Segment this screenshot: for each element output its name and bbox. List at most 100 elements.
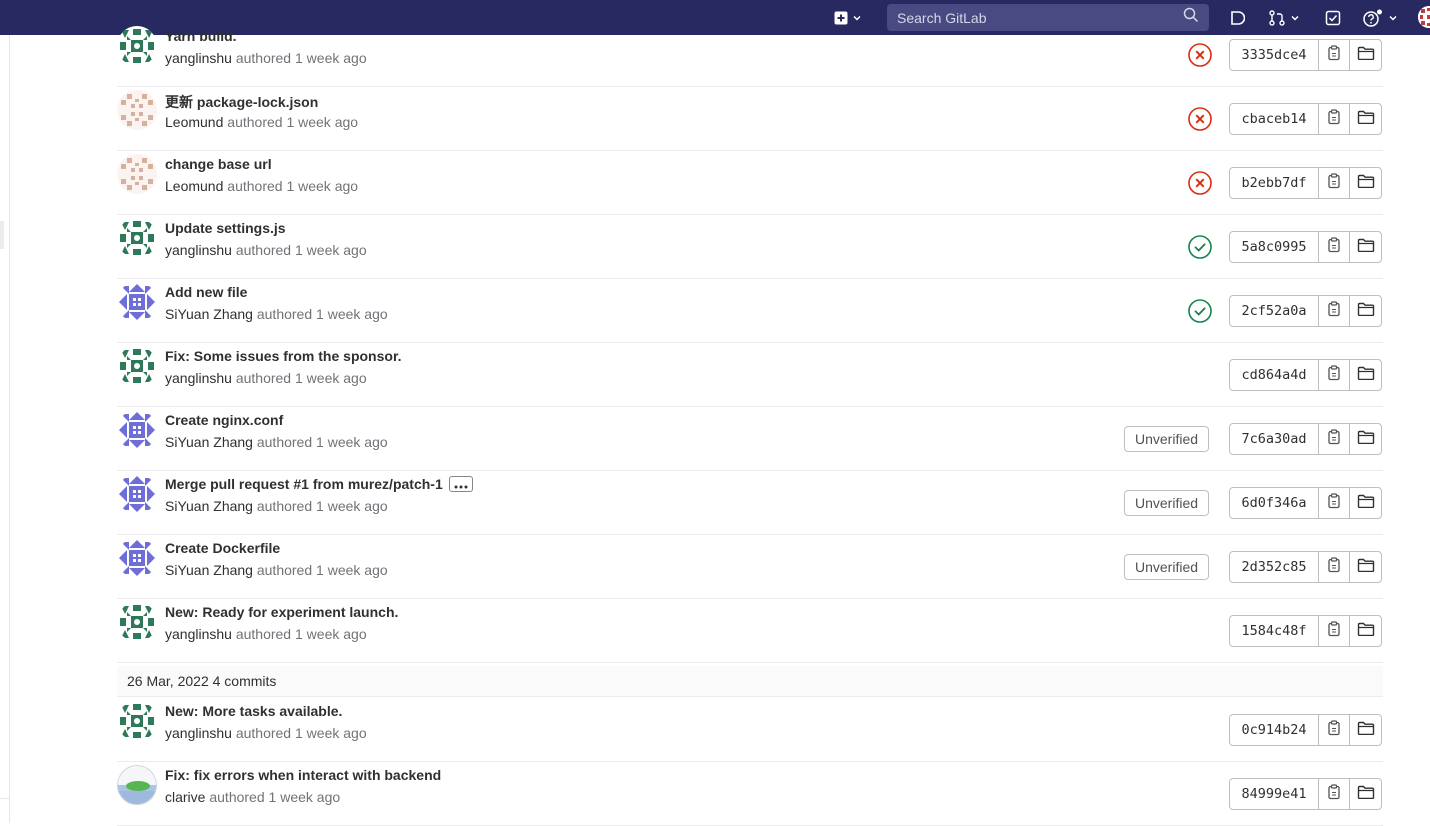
commit-title-link[interactable]: Yarn build. — [165, 28, 237, 44]
author-avatar[interactable] — [117, 90, 157, 130]
commit-title-link[interactable]: New: Ready for experiment launch. — [165, 604, 398, 620]
copy-sha-button[interactable] — [1319, 104, 1350, 134]
user-avatar[interactable] — [1418, 6, 1430, 28]
browse-files-button[interactable] — [1350, 168, 1381, 198]
commit-sha-link[interactable]: 84999e41 — [1230, 779, 1319, 809]
author-avatar[interactable] — [117, 26, 157, 66]
author-name-link[interactable]: yanglinshu — [165, 242, 232, 258]
author-name-link[interactable]: Leomund — [165, 114, 223, 130]
commit-title-link[interactable]: New: More tasks available. — [165, 703, 342, 719]
browse-files-button[interactable] — [1350, 424, 1381, 454]
author-avatar[interactable] — [117, 282, 157, 322]
commit-sha-link[interactable]: 1584c48f — [1230, 616, 1319, 646]
commit-sha-link[interactable]: 2d352c85 — [1230, 552, 1319, 582]
commit-sha-link[interactable]: cbaceb14 — [1230, 104, 1319, 134]
commit-title[interactable]: Add new file — [165, 284, 247, 300]
commit-sha-link[interactable]: cd864a4d — [1230, 360, 1319, 390]
author-name-link[interactable]: yanglinshu — [165, 50, 232, 66]
commit-title-link[interactable]: Merge pull request #1 from murez/patch-1 — [165, 476, 473, 493]
pipeline-status-failed[interactable] — [1188, 43, 1212, 67]
author-name-link[interactable]: Leomund — [165, 178, 223, 194]
copy-sha-button[interactable] — [1319, 40, 1350, 70]
browse-files-button[interactable] — [1350, 40, 1381, 70]
commit-title-link[interactable]: Fix: Some issues from the sponsor. — [165, 348, 402, 364]
unverified-badge[interactable]: Unverified — [1124, 426, 1210, 452]
commit-title-link[interactable]: change base url — [165, 156, 272, 172]
commit-title[interactable]: 更新 package-lock.json — [165, 94, 318, 110]
browse-files-button[interactable] — [1350, 779, 1381, 809]
author-avatar[interactable] — [117, 602, 157, 642]
commit-sha-link[interactable]: 0c914b24 — [1230, 715, 1319, 745]
author-name-link[interactable]: SiYuan Zhang — [165, 562, 253, 578]
author-avatar[interactable] — [117, 218, 157, 258]
copy-sha-button[interactable] — [1319, 360, 1350, 390]
commit-title[interactable]: Merge pull request #1 from murez/patch-1 — [165, 476, 443, 492]
copy-sha-button[interactable] — [1319, 552, 1350, 582]
author-name-link[interactable]: SiYuan Zhang — [165, 434, 253, 450]
copy-sha-button[interactable] — [1319, 779, 1350, 809]
commit-sha-link[interactable]: b2ebb7df — [1230, 168, 1319, 198]
commit-title[interactable]: New: Ready for experiment launch. — [165, 604, 398, 620]
commit-title[interactable]: Fix: fix errors when interact with backe… — [165, 767, 441, 783]
author-avatar[interactable] — [117, 538, 157, 578]
author-avatar[interactable] — [117, 701, 157, 741]
author-avatar[interactable] — [117, 346, 157, 386]
commit-sha-group: 84999e41 — [1229, 778, 1382, 810]
browse-files-button[interactable] — [1350, 360, 1381, 390]
commit-meta: yanglinshu authored 1 week ago — [165, 50, 367, 66]
commit-row: Fix: Some issues from the sponsor. yangli… — [117, 343, 1383, 407]
commit-title[interactable]: Create nginx.conf — [165, 412, 283, 428]
browse-files-button[interactable] — [1350, 232, 1381, 262]
commit-sha-link[interactable]: 5a8c0995 — [1230, 232, 1319, 262]
commit-title-link[interactable]: Add new file — [165, 284, 247, 300]
pipeline-status-passed[interactable] — [1188, 235, 1212, 259]
commit-title-link[interactable]: Update settings.js — [165, 220, 286, 236]
browse-files-button[interactable] — [1350, 296, 1381, 326]
copy-sha-button[interactable] — [1319, 296, 1350, 326]
commit-title-link[interactable]: Create nginx.conf — [165, 412, 283, 428]
authored-label: authored — [256, 498, 313, 514]
commit-title[interactable]: Create Dockerfile — [165, 540, 280, 556]
copy-sha-button[interactable] — [1319, 616, 1350, 646]
copy-sha-button[interactable] — [1319, 488, 1350, 518]
author-name-link[interactable]: yanglinshu — [165, 725, 232, 741]
pipeline-status-failed[interactable] — [1188, 171, 1212, 195]
toggle-description-button[interactable] — [448, 476, 473, 493]
author-avatar[interactable] — [117, 154, 157, 194]
copy-sha-button[interactable] — [1319, 232, 1350, 262]
author-name-link[interactable]: SiYuan Zhang — [165, 498, 253, 514]
commit-sha-link[interactable]: 3335dce4 — [1230, 40, 1319, 70]
pipeline-status-passed[interactable] — [1188, 299, 1212, 323]
author-avatar[interactable] — [117, 765, 157, 805]
author-name-link[interactable]: yanglinshu — [165, 370, 232, 386]
author-name-link[interactable]: clarive — [165, 789, 205, 805]
author-avatar[interactable] — [117, 474, 157, 514]
commit-title[interactable]: Yarn build. — [165, 28, 237, 44]
commit-title-link[interactable]: 更新 package-lock.json — [165, 92, 318, 112]
copy-sha-button[interactable] — [1319, 424, 1350, 454]
commit-row: New: Ready for experiment launch. yanglin… — [117, 599, 1383, 663]
browse-files-button[interactable] — [1350, 552, 1381, 582]
commit-meta: yanglinshu authored 1 week ago — [165, 370, 367, 386]
author-name-link[interactable]: SiYuan Zhang — [165, 306, 253, 322]
commit-title-link[interactable]: Create Dockerfile — [165, 540, 280, 556]
commit-title[interactable]: Update settings.js — [165, 220, 286, 236]
commit-sha-link[interactable]: 6d0f346a — [1230, 488, 1319, 518]
commit-title[interactable]: New: More tasks available. — [165, 703, 342, 719]
unverified-badge[interactable]: Unverified — [1124, 554, 1210, 580]
commit-title[interactable]: change base url — [165, 156, 272, 172]
unverified-badge[interactable]: Unverified — [1124, 490, 1210, 516]
pipeline-status-failed[interactable] — [1188, 107, 1212, 131]
author-avatar[interactable] — [117, 410, 157, 450]
commit-title-link[interactable]: Fix: fix errors when interact with backe… — [165, 767, 441, 783]
browse-files-button[interactable] — [1350, 488, 1381, 518]
commit-sha-link[interactable]: 7c6a30ad — [1230, 424, 1319, 454]
copy-sha-button[interactable] — [1319, 715, 1350, 745]
copy-sha-button[interactable] — [1319, 168, 1350, 198]
browse-files-button[interactable] — [1350, 104, 1381, 134]
commit-sha-link[interactable]: 2cf52a0a — [1230, 296, 1319, 326]
browse-files-button[interactable] — [1350, 616, 1381, 646]
author-name-link[interactable]: yanglinshu — [165, 626, 232, 642]
commit-title[interactable]: Fix: Some issues from the sponsor. — [165, 348, 402, 364]
browse-files-button[interactable] — [1350, 715, 1381, 745]
